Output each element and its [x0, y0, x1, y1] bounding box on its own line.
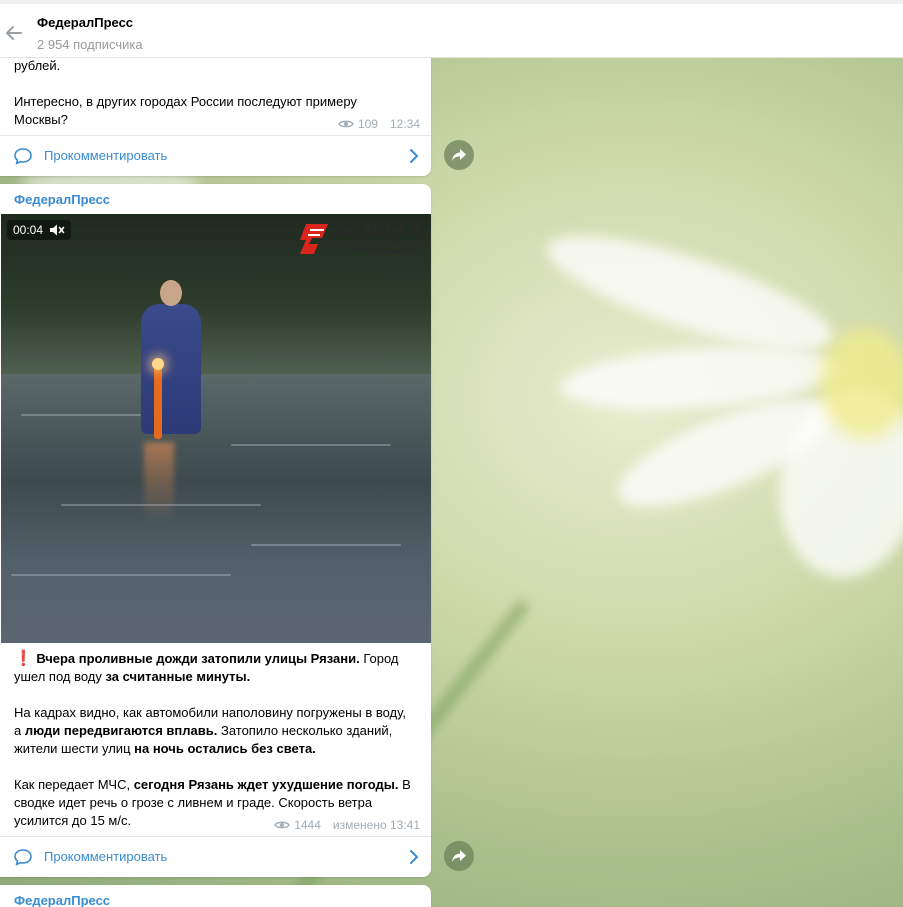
video-person	[141, 304, 201, 434]
bold-text: Вчера проливные дожди затопили улицы Ряз…	[36, 651, 360, 666]
video-scooter-light	[152, 358, 164, 370]
video-ripple	[251, 544, 401, 546]
video-player[interactable]: 00:04 ФЕДЕРАЛ ПРЕСС	[1, 214, 431, 643]
comment-button[interactable]: Прокомментировать	[0, 836, 431, 876]
video-time-label: 00:04	[13, 223, 44, 237]
views-icon	[338, 120, 354, 128]
views-icon	[274, 821, 291, 829]
bold-text: люди передвигаются вплавь.	[24, 723, 218, 738]
share-button[interactable]	[444, 140, 474, 170]
federalpress-logo-text: ФЕДЕРАЛ ПРЕСС	[334, 222, 421, 256]
video-scooter	[154, 364, 162, 439]
message-text: ❗ Вчера проливные дожди затопили улицы Р…	[0, 650, 420, 830]
message-paragraph: ❗ Вчера проливные дожди затопили улицы Р…	[14, 650, 406, 686]
video-light-reflection	[144, 442, 174, 522]
message-paragraph: рублей.	[14, 58, 61, 73]
video-ripple	[231, 444, 391, 446]
message-card: ФедералПресс 00:04 ФЕДЕРАЛ ПРЕСС ❗ Вчера…	[0, 184, 431, 877]
video-ripple	[21, 414, 141, 416]
message-meta: 1444 изменено 13:41	[274, 818, 420, 832]
chevron-right-icon	[410, 850, 418, 864]
video-ripple	[11, 574, 231, 576]
mute-icon[interactable]	[49, 223, 65, 237]
logo-line-1: ФЕДЕРАЛ	[333, 221, 421, 240]
share-button[interactable]	[444, 841, 474, 871]
video-timestamp: 00:04	[7, 220, 72, 240]
channel-title[interactable]: ФедералПресс	[37, 15, 133, 30]
message-card: ФедералПресс	[0, 885, 431, 907]
message-paragraph: На кадрах видно, как автомобили наполови…	[14, 704, 406, 758]
federalpress-logo: ФЕДЕРАЛ ПРЕСС	[298, 222, 421, 256]
message-time: 12:34	[389, 117, 420, 131]
chevron-right-icon	[410, 149, 418, 163]
bold-text: на ночь остались без света.	[134, 741, 316, 756]
views-count: 109	[357, 117, 378, 131]
comment-label: Прокомментировать	[44, 849, 168, 864]
back-arrow-icon[interactable]	[2, 22, 24, 44]
logo-line-2: ПРЕСС	[351, 238, 414, 257]
exclamation-icon: ❗	[14, 650, 33, 667]
federalpress-logo-mark	[299, 224, 328, 254]
comment-label: Прокомментировать	[44, 148, 168, 163]
chat-header: ФедералПресс 2 954 подписчика	[0, 0, 903, 58]
plain-text: Как передает МЧС,	[14, 777, 134, 792]
share-arrow-icon	[452, 850, 466, 862]
bold-text: сегодня Рязань ждет ухудшение погоды.	[133, 777, 399, 792]
views-count: 1444	[294, 818, 321, 832]
message-card: рублей. Интересно, в других городах Росс…	[0, 58, 431, 176]
wallpaper-flower-center	[820, 328, 903, 438]
message-meta: 109 12:34	[338, 117, 420, 131]
edited-time: изменено 13:41	[332, 818, 420, 832]
comment-button[interactable]: Прокомментировать	[0, 135, 431, 175]
comment-icon	[14, 849, 32, 866]
share-arrow-icon	[452, 149, 466, 161]
video-person-head	[160, 280, 182, 306]
subscriber-count: 2 954 подписчика	[37, 37, 143, 52]
message-sender[interactable]: ФедералПресс	[14, 893, 110, 907]
bold-text: за считанные минуты.	[105, 669, 251, 684]
comment-icon	[14, 148, 32, 165]
message-sender[interactable]: ФедералПресс	[14, 192, 110, 207]
